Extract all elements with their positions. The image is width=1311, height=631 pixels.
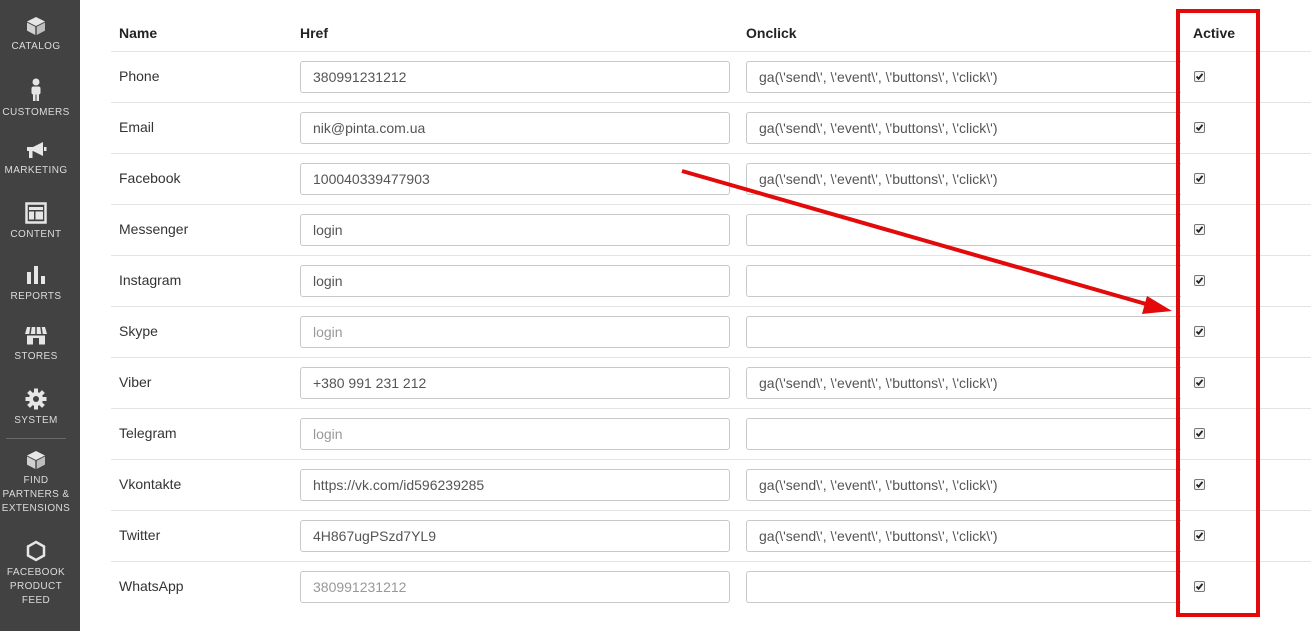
annotation-arrow — [681, 169, 1172, 314]
